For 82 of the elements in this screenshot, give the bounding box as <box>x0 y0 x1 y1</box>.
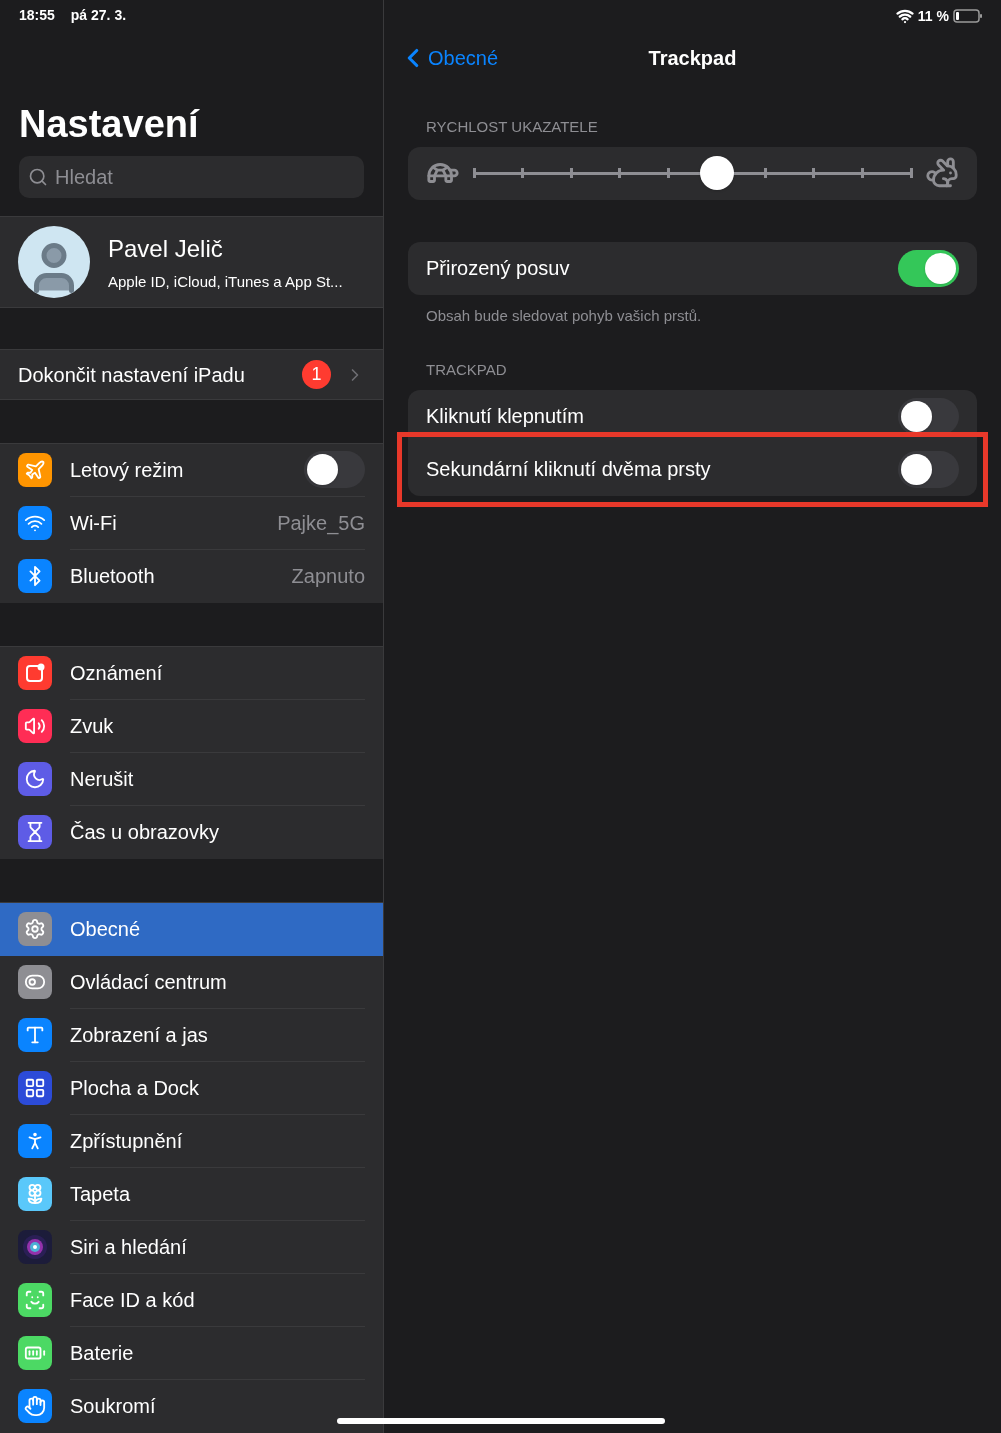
airplane-icon <box>18 453 52 488</box>
notification-badge: 1 <box>302 360 331 390</box>
profile-row[interactable]: Pavel Jelič Apple ID, iCloud, iTunes a App St... <box>0 216 383 309</box>
wifi-signal-icon <box>895 7 914 25</box>
item-label: Siri a hledání <box>70 1235 188 1260</box>
settings-item[interactable]: Nerušit <box>0 753 383 806</box>
battery-percent: 11 % <box>917 6 949 26</box>
notification-icon <box>18 656 52 691</box>
settings-item[interactable]: Zobrazení a jas <box>0 1009 383 1062</box>
profile-subtitle: Apple ID, iCloud, iTunes a App St... <box>108 271 343 292</box>
setting-label: Sekundární kliknutí dvěma prsty <box>426 457 712 482</box>
page-title: Nastavení <box>19 102 201 147</box>
battery-status-icon <box>953 9 983 23</box>
accessibility-icon <box>18 1124 52 1159</box>
settings-item[interactable]: Zpřístupnění <box>0 1115 383 1168</box>
nav-title: Trackpad <box>648 46 737 71</box>
toggle-switch[interactable] <box>304 451 365 489</box>
item-label: Obecné <box>70 917 142 943</box>
slider-thumb[interactable] <box>699 156 734 190</box>
settings-item[interactable]: Obecné <box>0 903 383 956</box>
search-icon <box>28 167 48 188</box>
section-header: TRACKPAD <box>425 360 508 380</box>
settings-item[interactable]: Bluetooth Zapnuto <box>0 550 383 603</box>
status-time: 18:55 <box>19 5 55 25</box>
setup-row[interactable]: Dokončit nastavení iPadu 1 <box>0 349 383 400</box>
profile-name: Pavel Jelič <box>108 233 224 264</box>
toggle-switch[interactable] <box>898 450 959 488</box>
item-label: Tapeta <box>70 1182 132 1207</box>
rabbit-icon <box>925 156 959 190</box>
face-scan-icon <box>18 1283 52 1318</box>
settings-item[interactable]: Siri a hledání <box>0 1221 383 1274</box>
flower-icon <box>18 1177 52 1212</box>
item-value: Zapnuto <box>291 564 365 590</box>
settings-item[interactable]: Čas u obrazovky <box>0 806 383 859</box>
hand-icon <box>18 1389 52 1424</box>
moon-icon <box>18 762 52 797</box>
item-label: Zvuk <box>70 714 115 739</box>
hourglass-icon <box>18 815 52 850</box>
item-label: Letový režim <box>70 458 185 483</box>
settings-item[interactable]: Oznámení <box>0 647 383 700</box>
item-label: Zpřístupnění <box>70 1129 184 1154</box>
item-label: Čas u obrazovky <box>70 820 220 846</box>
toggles-icon <box>18 965 52 1000</box>
settings-item[interactable]: Plocha a Dock <box>0 1062 383 1115</box>
item-value: Pajke_5G <box>277 511 365 537</box>
grid-icon <box>18 1071 52 1106</box>
bluetooth-icon <box>18 559 52 594</box>
speaker-icon <box>18 709 52 744</box>
item-label: Oznámení <box>70 661 164 686</box>
item-label: Nerušit <box>70 767 135 792</box>
speed-slider[interactable] <box>474 158 911 188</box>
item-label: Plocha a Dock <box>70 1076 200 1101</box>
section-footer: Obsah bude sledovat pohyb vašich prstů. <box>408 294 977 327</box>
search-field[interactable]: Hledat <box>19 156 364 199</box>
section-header: RYCHLOST UKAZATELE <box>425 117 599 137</box>
settings-item[interactable]: Baterie <box>0 1327 383 1380</box>
item-label: Zobrazení a jas <box>70 1023 209 1048</box>
settings-item[interactable]: Wi-Fi Pajke_5G <box>0 497 383 550</box>
item-label: Ovládací centrum <box>70 970 228 995</box>
settings-item[interactable]: Letový režim <box>0 444 383 497</box>
gear-icon <box>18 912 52 947</box>
settings-item[interactable]: Zvuk <box>0 700 383 753</box>
settings-item[interactable]: Ovládací centrum <box>0 956 383 1009</box>
toggle-switch[interactable] <box>898 249 959 287</box>
battery-icon <box>18 1336 52 1371</box>
text-size-icon <box>18 1018 52 1053</box>
wifi-icon <box>18 506 52 541</box>
settings-item[interactable]: Tapeta <box>0 1168 383 1221</box>
back-button[interactable]: Obecné <box>398 43 499 73</box>
status-date: pá 27. 3. <box>70 5 127 25</box>
item-label: Wi-Fi <box>70 511 118 536</box>
item-label: Baterie <box>70 1341 135 1366</box>
toggle-switch[interactable] <box>898 397 959 435</box>
settings-item[interactable]: Face ID a kód <box>0 1274 383 1327</box>
siri-orb-icon <box>18 1230 52 1265</box>
setting-label: Přirozený posuv <box>426 256 571 281</box>
setting-label: Kliknutí klepnutím <box>426 404 585 429</box>
setup-label: Dokončit nastavení iPadu <box>18 362 246 388</box>
settings-item[interactable]: Soukromí <box>0 1380 383 1433</box>
item-label: Soukromí <box>70 1394 157 1420</box>
item-label: Face ID a kód <box>70 1288 196 1313</box>
item-label: Bluetooth <box>70 564 156 590</box>
